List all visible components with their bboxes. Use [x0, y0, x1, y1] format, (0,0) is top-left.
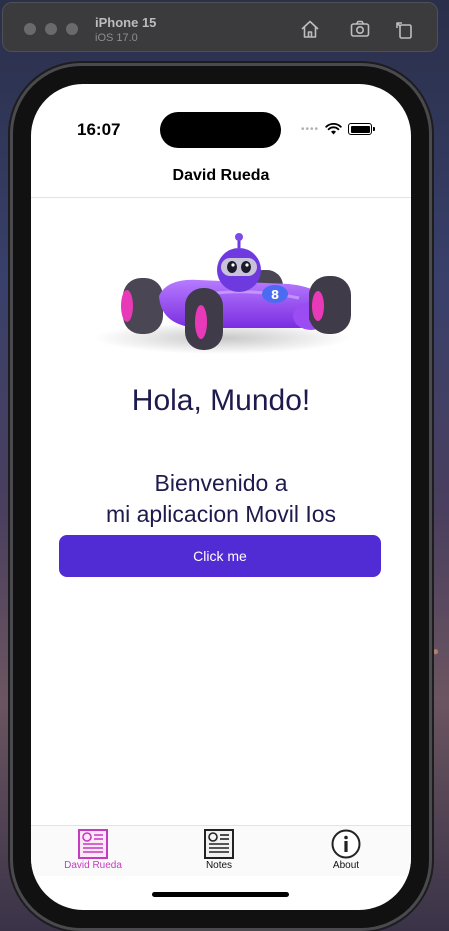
greeting-heading: Hola, Mundo!	[131, 384, 311, 417]
click-me-button[interactable]: Click me	[59, 535, 381, 577]
zoom-window-button[interactable]	[66, 23, 78, 35]
simulator-device-name: iPhone 15	[95, 15, 157, 30]
dynamic-island	[160, 112, 281, 148]
welcome-line-1: Bienvenido a	[154, 470, 288, 496]
status-icons: ••••	[301, 122, 376, 136]
tab-bar: David Rueda Notes About	[31, 826, 411, 876]
close-window-button[interactable]	[24, 23, 36, 35]
tab-label: About	[332, 860, 360, 871]
simulator-os-version: iOS 17.0	[95, 32, 138, 44]
nav-divider	[31, 197, 411, 198]
tab-about[interactable]: About	[291, 829, 401, 875]
tab-label: David Rueda	[64, 860, 122, 871]
info-icon	[331, 829, 361, 859]
app-screen: 16:07 •••• David Rueda 8 Hola, Mundo! Bi…	[31, 84, 411, 910]
screenshot-icon[interactable]	[349, 18, 371, 40]
welcome-message: Bienvenido a mi aplicacion Movil Ios	[31, 468, 411, 530]
home-indicator	[152, 892, 289, 897]
svg-text:8: 8	[271, 288, 279, 302]
welcome-line-2: mi aplicacion Movil Ios	[105, 501, 337, 527]
battery-icon	[348, 123, 376, 135]
cellular-signal-icon: ••••	[301, 123, 320, 135]
newspaper-icon	[78, 829, 108, 859]
nav-title: David Rueda	[172, 167, 270, 184]
tab-label: Notes	[205, 860, 233, 871]
wifi-icon	[325, 123, 342, 135]
status-time: 16:07	[77, 120, 121, 139]
robot-race-car-illustration: 8	[94, 233, 351, 354]
newspaper-icon	[204, 829, 234, 859]
tab-notes[interactable]: Notes	[164, 829, 274, 875]
home-icon[interactable]	[299, 18, 321, 40]
rotate-icon[interactable]	[394, 18, 416, 40]
tab-david-rueda[interactable]: David Rueda	[38, 829, 148, 875]
simulator-toolbar: iPhone 15 iOS 17.0	[2, 2, 438, 52]
minimize-window-button[interactable]	[45, 23, 57, 35]
iphone-frame: 16:07 •••• David Rueda 8 Hola, Mundo! Bi…	[13, 66, 429, 928]
